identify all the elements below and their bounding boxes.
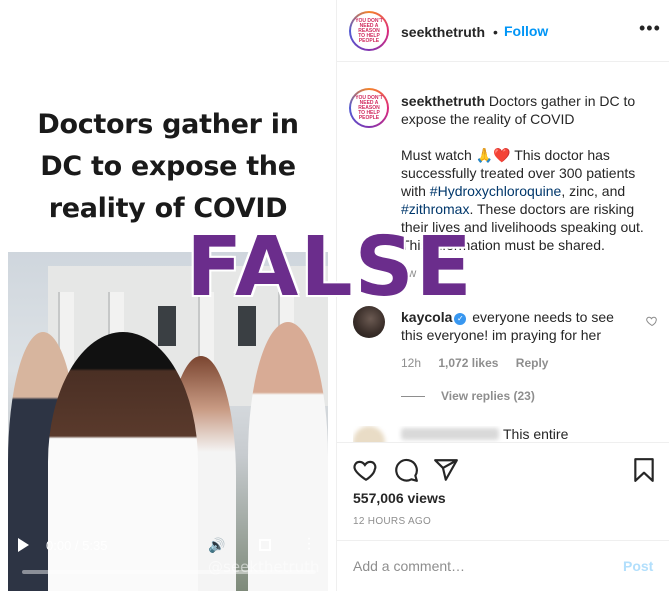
next-comment: This entire xyxy=(353,426,669,442)
hashtag-link[interactable]: #Hydroxychloroquine xyxy=(430,183,562,199)
caption-body: , zinc, and xyxy=(561,183,626,199)
blurred-username xyxy=(401,428,499,440)
comment-likes[interactable]: 1,072 likes xyxy=(438,356,498,370)
like-icon[interactable] xyxy=(353,457,379,483)
avatar-text: YOU DON'T NEED A REASON TO HELP PEOPLE xyxy=(355,17,383,44)
video-progress-bar[interactable] xyxy=(22,570,316,574)
post-actions: 557,006 views 12 HOURS AGO Add a comment… xyxy=(337,442,669,591)
avatar-text: YOU DON'T NEED A REASON TO HELP PEOPLE xyxy=(355,94,383,121)
post-header: YOU DON'T NEED A REASON TO HELP PEOPLE s… xyxy=(337,0,669,62)
more-horizontal-icon[interactable]: ••• xyxy=(639,18,661,39)
fact-check-false-stamp: FALSE xyxy=(186,220,474,315)
share-icon[interactable] xyxy=(433,457,459,483)
add-comment-bar: Add a comment… Post xyxy=(337,540,669,591)
comment-input[interactable]: Add a comment… xyxy=(353,558,465,574)
comment-meta: 12h 1,072 likes Reply xyxy=(401,356,562,370)
hashtag-link[interactable]: #zithromax xyxy=(401,201,469,217)
video-controls: 0:00 / 5:35 🔊 · · · xyxy=(8,530,328,582)
header-separator: • xyxy=(493,24,498,40)
video-title-line: DC to expose the xyxy=(40,151,296,182)
profile-avatar[interactable]: YOU DON'T NEED A REASON TO HELP PEOPLE xyxy=(349,11,389,51)
more-vertical-icon[interactable]: · · · xyxy=(306,531,312,557)
next-comment-text: This entire xyxy=(503,426,569,442)
views-count[interactable]: 557,006 views xyxy=(353,490,446,506)
header-username[interactable]: seekthetruth xyxy=(401,24,485,40)
video-time: 0:00 / 5:35 xyxy=(46,538,108,553)
caption-avatar[interactable]: YOU DON'T NEED A REASON TO HELP PEOPLE xyxy=(349,88,389,128)
comment-icon[interactable] xyxy=(393,457,419,483)
play-icon[interactable] xyxy=(18,538,29,552)
blurred-avatar xyxy=(353,426,385,442)
post-date[interactable]: 12 HOURS AGO xyxy=(353,516,431,527)
caption-username[interactable]: seekthetruth xyxy=(401,93,485,109)
post-comment-button[interactable]: Post xyxy=(623,558,653,574)
follow-button[interactable]: Follow xyxy=(504,23,548,39)
video-title-card: Doctors gather in DC to expose the reali… xyxy=(0,0,336,252)
video-title-line: Doctors gather in xyxy=(37,109,299,140)
comment-like-icon[interactable] xyxy=(646,315,658,327)
comment-time: 12h xyxy=(401,356,422,370)
bookmark-icon[interactable] xyxy=(631,457,657,483)
view-replies-button[interactable]: View replies (23) xyxy=(401,389,535,403)
fullscreen-icon[interactable] xyxy=(259,539,271,551)
volume-icon[interactable]: 🔊 xyxy=(208,537,225,554)
reply-button[interactable]: Reply xyxy=(516,356,549,370)
video-title: Doctors gather in DC to expose the reali… xyxy=(0,104,336,230)
